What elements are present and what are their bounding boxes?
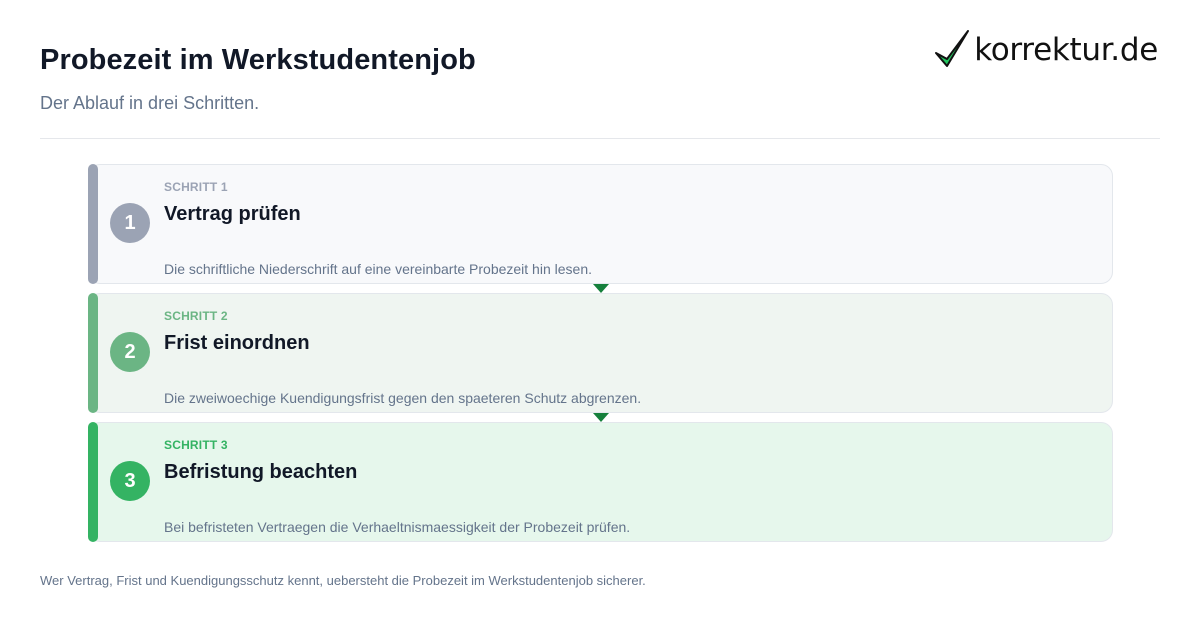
page-subtitle: Der Ablauf in drei Schritten. (40, 93, 260, 113)
step-description: Die zweiwoechige Kuendigungsfrist gegen … (164, 390, 642, 406)
step-accent-bar (88, 422, 98, 542)
step-kicker: SCHRITT 2 (164, 309, 228, 323)
footer-note: Wer Vertrag, Frist und Kuendigungsschutz… (40, 573, 646, 588)
step-description: Bei befristeten Vertraegen die Verhaeltn… (164, 519, 631, 535)
step-accent-bar (88, 164, 98, 284)
step-connector-arrow (593, 413, 609, 422)
page-title: Probezeit im Werkstudentenjob (40, 44, 476, 76)
step-title: Frist einordnen (164, 332, 310, 354)
step-card-2: 2 SCHRITT 2 Frist einordnen Die zweiwoec… (88, 293, 1113, 413)
brand-name: korrektur.de (974, 31, 1158, 68)
header-divider (40, 138, 1160, 139)
step-title: Befristung beachten (164, 461, 358, 483)
step-connector-arrow (593, 284, 609, 293)
brand-logo: korrektur.de (934, 28, 1158, 72)
step-card-3: 3 SCHRITT 3 Befristung beachten Bei befr… (88, 422, 1113, 542)
step-kicker: SCHRITT 3 (164, 438, 228, 452)
step-accent-bar (88, 293, 98, 413)
step-title: Vertrag prüfen (164, 203, 301, 225)
step-kicker: SCHRITT 1 (164, 180, 228, 194)
step-number-badge: 2 (110, 332, 150, 372)
step-number-badge: 1 (110, 203, 150, 243)
step-description: Die schriftliche Niederschrift auf eine … (164, 261, 592, 277)
checkmark-icon (935, 30, 970, 67)
step-number-badge: 3 (110, 461, 150, 501)
step-card-1: 1 SCHRITT 1 Vertrag prüfen Die schriftli… (88, 164, 1113, 284)
